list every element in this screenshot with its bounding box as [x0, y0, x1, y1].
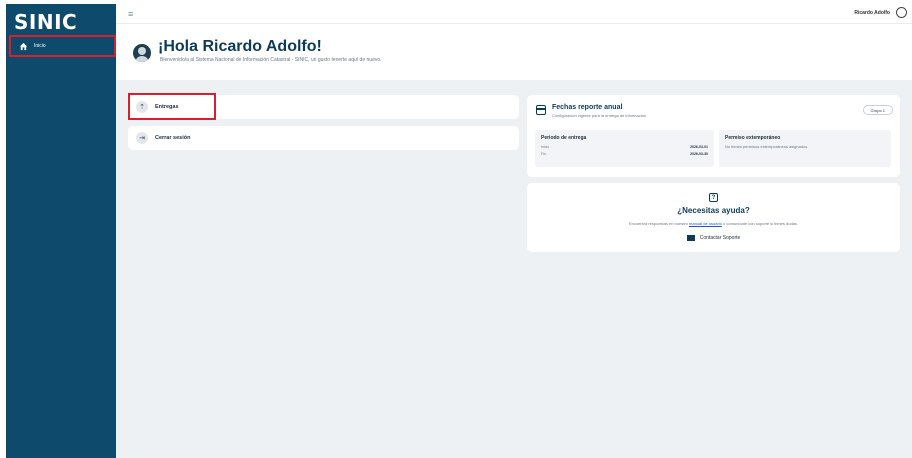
fechas-reporte-card: Fechas reporte anual Configuración vigen…: [527, 95, 900, 177]
permiso-extemporaneo-panel: Permiso extemporáneo No tienes permisos …: [719, 130, 891, 167]
periodo-row-fin: Fin 2026-03-30: [541, 152, 708, 156]
card-subtitle: Configuración vigente para la entrega de…: [552, 113, 647, 118]
panel-title: Permiso extemporáneo: [725, 135, 781, 141]
sidebar: SINIC Inicio: [6, 4, 116, 458]
help-icon: ?: [709, 193, 718, 202]
topbar: ≡ Ricardo Adolfo: [116, 4, 912, 24]
logout-icon: ⇥: [136, 132, 148, 144]
grupo-button[interactable]: Grupo 1: [862, 105, 893, 115]
ayuda-text: Encuentra respuestas en nuestro manual d…: [527, 221, 900, 226]
periodo-entrega-panel: Periodo de entrega Inicio 2026-03-01 Fin…: [535, 130, 714, 167]
page-title: ¡Hola Ricardo Adolfo!: [158, 38, 322, 55]
app-logo[interactable]: SINIC: [14, 10, 77, 34]
main-content: ⇡ Entregas ⇥ Cerrar sesión Fechas report…: [116, 80, 912, 458]
row-value: 2026-03-30: [690, 152, 708, 156]
avatar: [133, 44, 151, 62]
ayuda-text-after: o comunícate con soporte si tienes dudas…: [723, 221, 799, 226]
sidebar-item-inicio[interactable]: Inicio: [9, 35, 116, 57]
panel-text: No tienes permisos extemporáneos asignad…: [725, 144, 809, 149]
welcome-text: Bienvenido/a al Sistema Nacional de Info…: [160, 57, 382, 63]
row-label: Inicio: [541, 145, 550, 149]
row-value: 2026-03-01: [690, 145, 708, 149]
panel-title: Periodo de entrega: [541, 135, 587, 141]
ayuda-card: ? ¿Necesitas ayuda? Encuentra respuestas…: [527, 183, 900, 252]
calendar-icon: [536, 105, 546, 115]
mail-icon: [686, 235, 695, 241]
contact-label: Contactar Soporte: [699, 235, 741, 241]
periodo-row-inicio: Inicio 2026-03-01: [541, 145, 708, 149]
user-name[interactable]: Ricardo Adolfo: [854, 10, 890, 16]
highlight-box: [128, 93, 216, 120]
user-icon[interactable]: [896, 7, 907, 18]
card-title: Fechas reporte anual: [552, 104, 623, 111]
ayuda-text-before: Encuentra respuestas en nuestro: [628, 221, 688, 226]
home-icon: [19, 42, 28, 50]
welcome-header: ¡Hola Ricardo Adolfo! Bienvenido/a al Si…: [116, 24, 912, 80]
row-label: Fin: [541, 152, 546, 156]
contactar-soporte-button[interactable]: Contactar Soporte: [527, 235, 900, 241]
sidebar-item-label: Inicio: [34, 43, 46, 49]
menu-item-label: Cerrar sesión: [155, 135, 191, 141]
menu-item-cerrar-sesion[interactable]: ⇥ Cerrar sesión: [128, 126, 519, 150]
manual-link[interactable]: manual de usuario: [689, 221, 722, 226]
ayuda-title: ¿Necesitas ayuda?: [677, 206, 750, 215]
menu-toggle-icon[interactable]: ≡: [128, 9, 133, 19]
